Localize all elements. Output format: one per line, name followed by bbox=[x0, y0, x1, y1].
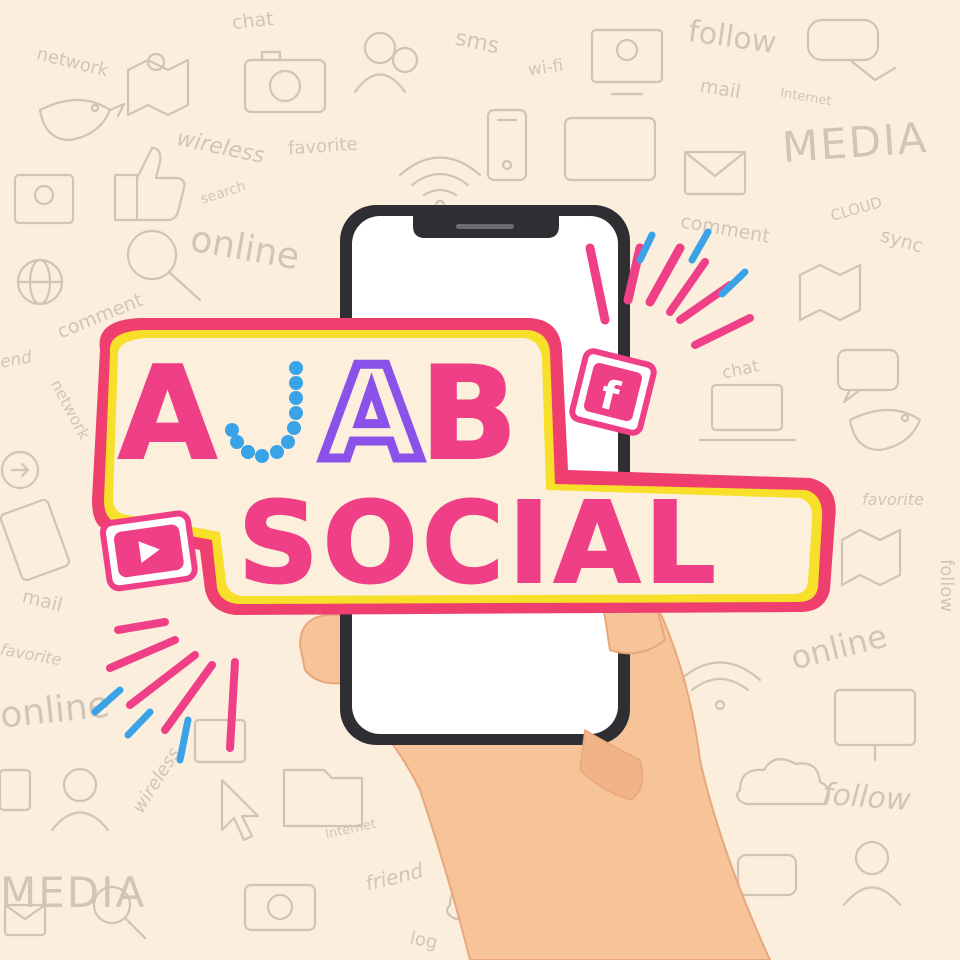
logo-letter-b: B bbox=[420, 340, 518, 489]
facebook-icon: f bbox=[569, 348, 657, 436]
logo-line-social: SOCIAL bbox=[238, 479, 720, 609]
brand-logo: A J A B SOCIAL f bbox=[92, 318, 836, 615]
poster: chat sms follow network wi-fi mail Inter… bbox=[0, 0, 960, 960]
logo-letter-a1: A bbox=[118, 340, 217, 489]
youtube-icon bbox=[99, 510, 198, 592]
logo-letter-a2: A bbox=[322, 340, 421, 489]
